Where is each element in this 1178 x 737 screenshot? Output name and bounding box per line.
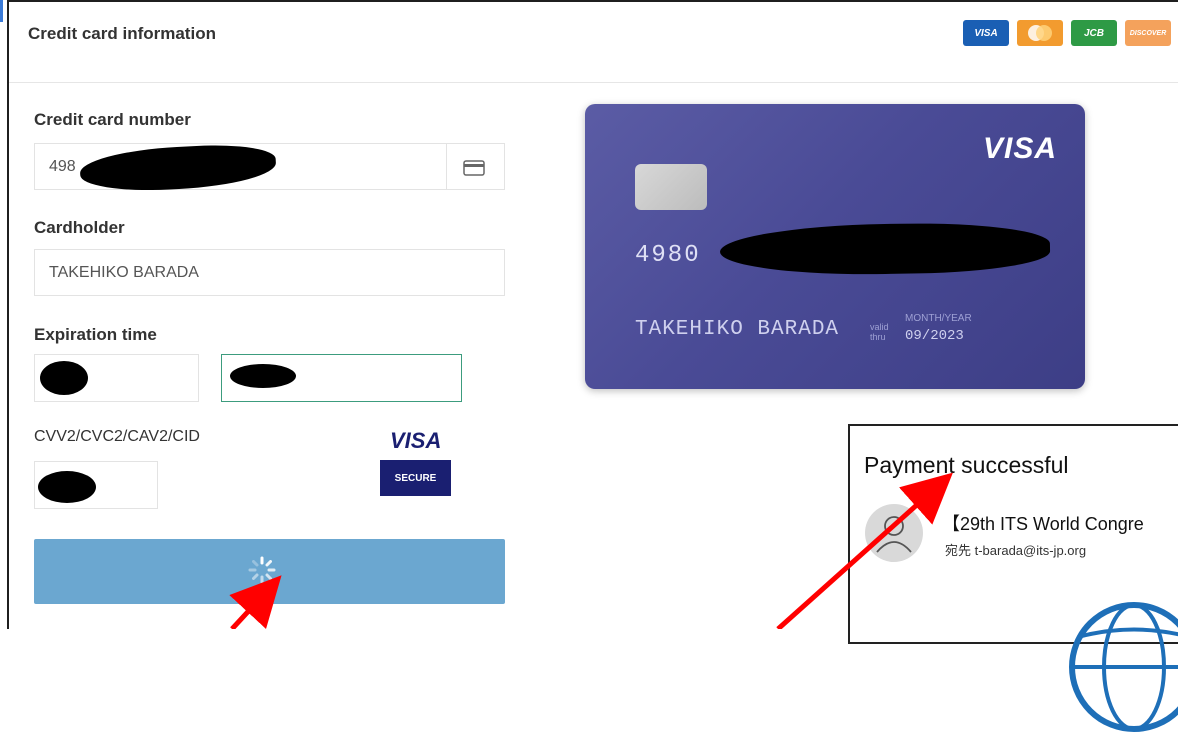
arrow-to-spinner — [229, 575, 282, 629]
arrow-to-popup — [776, 472, 953, 629]
annotation-arrows-overlay — [229, 472, 953, 629]
